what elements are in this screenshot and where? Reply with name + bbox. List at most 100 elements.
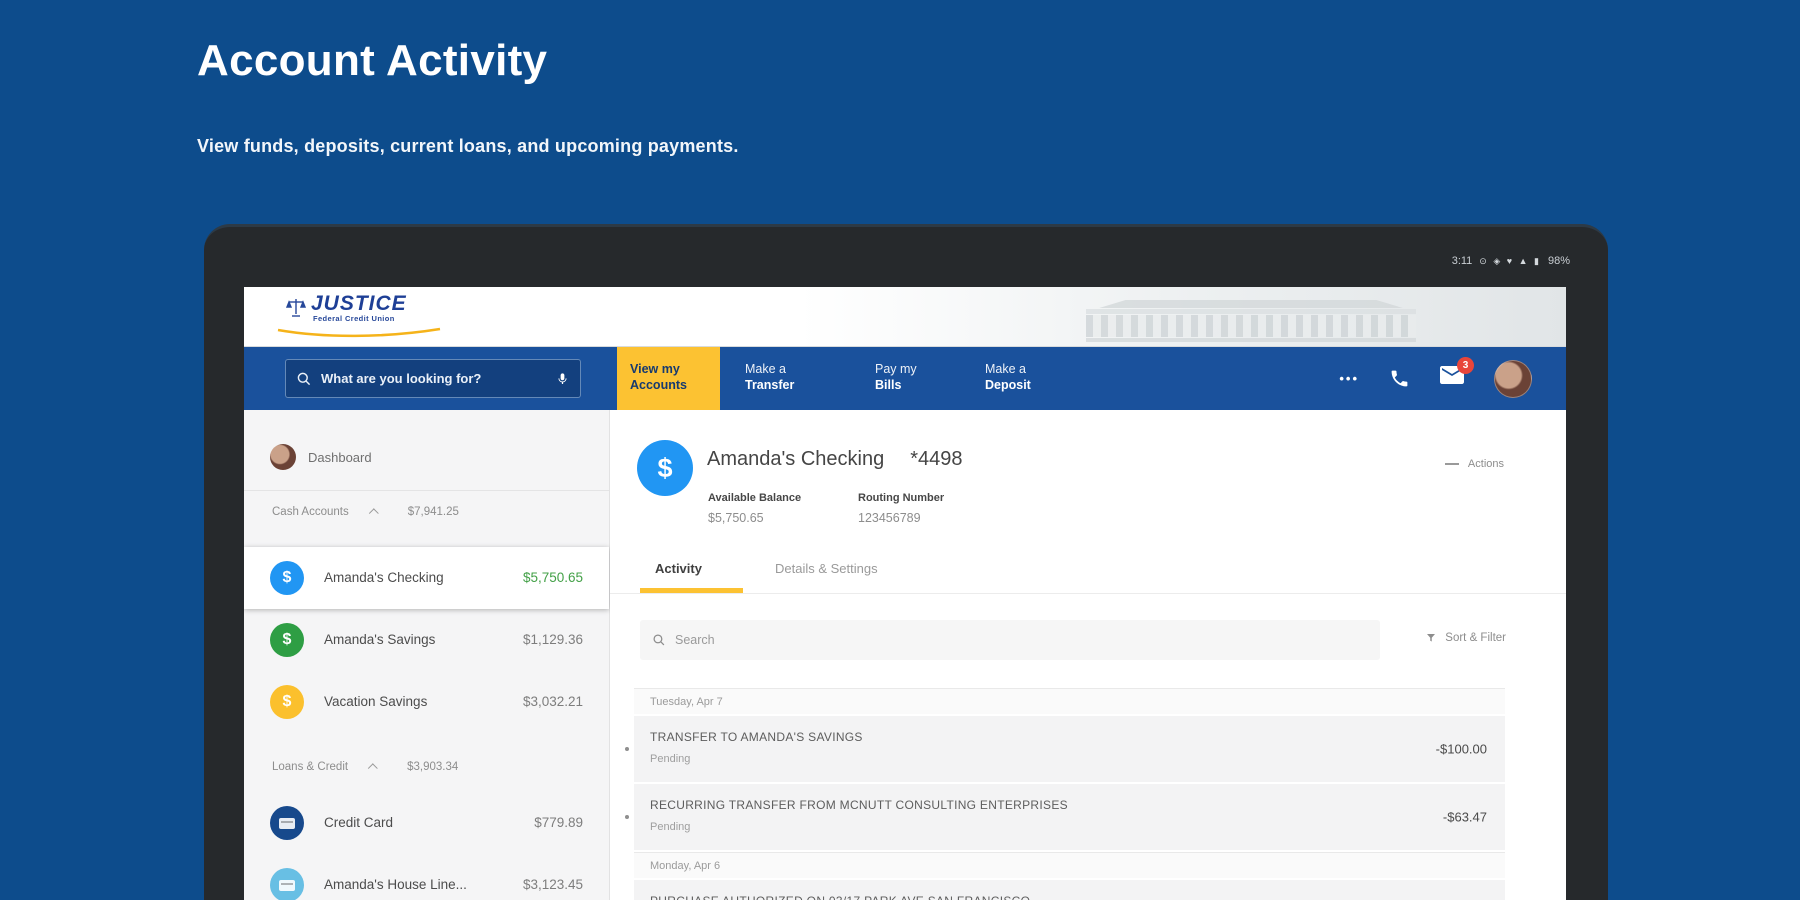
status-bar: 3:11 ⊙ ◈ ♥ ▲ ▮ 98% (1452, 255, 1570, 267)
date-header: Tuesday, Apr 7 (634, 688, 1505, 714)
more-menu-icon[interactable]: ••• (1339, 371, 1359, 386)
dollar-icon: $ (270, 623, 304, 657)
chevron-up-icon (369, 508, 379, 518)
account-name: Amanda's House Line... (324, 854, 467, 900)
sort-filter-button[interactable]: Sort & Filter (1425, 632, 1506, 644)
sidebar-item-dashboard[interactable]: Dashboard (244, 437, 609, 477)
filter-funnel-icon (1425, 632, 1437, 644)
monument-photo (1086, 300, 1416, 344)
account-detail-panel: $ Amanda's Checking*4498 Actions Availab… (610, 410, 1566, 900)
dollar-icon: $ (270, 685, 304, 719)
pending-dot-icon (625, 815, 629, 819)
tab-pay-my-bills[interactable]: Pay my Bills (875, 347, 917, 410)
routing-number-value: 123456789 (858, 511, 921, 525)
account-balance: $779.89 (534, 792, 583, 854)
tab-activity[interactable]: Activity (655, 561, 702, 576)
available-balance-label: Available Balance (708, 492, 801, 504)
profile-avatar[interactable] (1494, 360, 1532, 398)
tab-details-settings[interactable]: Details & Settings (775, 561, 878, 576)
account-balance: $5,750.65 (523, 547, 583, 609)
dollar-icon: $ (270, 561, 304, 595)
section-label: Loans & Credit (272, 761, 348, 773)
sidebar-item-credit-card[interactable]: Credit Card $779.89 (244, 792, 609, 854)
search-icon (652, 633, 666, 647)
card-glyph (279, 880, 295, 891)
app-body: Dashboard Cash Accounts $7,941.25 $ Aman… (244, 410, 1566, 900)
tab-view-my-accounts[interactable]: View my Accounts (617, 347, 720, 410)
monument-entablature (1086, 309, 1416, 314)
monument-columns (1086, 315, 1416, 337)
transaction-title: PURCHASE AUTHORIZED ON 03/17 PARK AVE SA… (650, 894, 1030, 900)
justice-logo[interactable]: JUSTICE Federal Credit Union (286, 294, 407, 323)
account-balance: $3,032.21 (523, 671, 583, 733)
message-count-badge: 3 (1457, 357, 1474, 374)
transaction-status: Pending (650, 753, 690, 765)
transaction-row[interactable]: TRANSFER TO AMANDA'S SAVINGS Pending -$1… (634, 716, 1505, 782)
transaction-status: Pending (650, 821, 690, 833)
scales-of-justice-icon (286, 297, 306, 319)
card-glyph (279, 818, 295, 829)
transaction-row[interactable]: PURCHASE AUTHORIZED ON 03/17 PARK AVE SA… (634, 880, 1505, 900)
sidebar-item-amandas-savings[interactable]: $ Amanda's Savings $1,129.36 (244, 609, 609, 671)
logo-tagline: Federal Credit Union (313, 314, 407, 323)
tabs-border (610, 593, 1566, 594)
account-title-name: Amanda's Checking (707, 448, 884, 470)
account-name: Vacation Savings (324, 671, 427, 733)
page-title: Account Activity (197, 36, 547, 86)
sidebar-divider (244, 490, 609, 491)
primary-nav: View my Accounts Make a Transfer Pay my … (244, 347, 1566, 410)
sidebar-item-vacation-savings[interactable]: $ Vacation Savings $3,032.21 (244, 671, 609, 733)
account-name: Credit Card (324, 792, 393, 854)
logo-name: JUSTICE (311, 294, 407, 314)
credit-card-icon (270, 806, 304, 840)
sidebar-item-amandas-checking[interactable]: $ Amanda's Checking $5,750.65 (244, 547, 609, 609)
nav-utility-icons: ••• 3 (1339, 347, 1532, 410)
transaction-search-input[interactable] (675, 633, 1368, 647)
actions-icon (1445, 463, 1459, 465)
section-loans-credit[interactable]: Loans & Credit $3,903.34 (272, 758, 458, 776)
logo-swoosh (274, 327, 444, 339)
monument-roof (1086, 300, 1416, 308)
status-time: 3:11 (1452, 255, 1473, 267)
page-background: Account Activity View funds, deposits, c… (0, 0, 1800, 900)
credit-card-icon (270, 868, 304, 900)
section-cash-accounts[interactable]: Cash Accounts $7,941.25 (272, 503, 459, 521)
date-header: Monday, Apr 6 (634, 852, 1505, 878)
global-search[interactable] (285, 359, 581, 398)
sidebar-item-amandas-house-line[interactable]: Amanda's House Line... $3,123.45 (244, 854, 609, 900)
transaction-row[interactable]: RECURRING TRANSFER FROM MCNUTT CONSULTIN… (634, 784, 1505, 850)
account-balance: $3,123.45 (523, 854, 583, 900)
pending-dot-icon (625, 747, 629, 751)
chevron-up-icon (368, 763, 378, 773)
messages-button[interactable]: 3 (1440, 366, 1464, 391)
account-number: *4498 (910, 448, 962, 470)
account-name: Amanda's Savings (324, 609, 435, 671)
routing-number-label: Routing Number (858, 492, 944, 504)
status-icons: ⊙ ◈ ♥ ▲ ▮ (1479, 256, 1541, 267)
dashboard-avatar (270, 444, 296, 470)
accounts-sidebar: Dashboard Cash Accounts $7,941.25 $ Aman… (244, 410, 610, 900)
battery-level: 98% (1548, 255, 1570, 267)
microphone-icon[interactable] (555, 370, 570, 388)
search-icon (296, 371, 312, 387)
section-label: Cash Accounts (272, 506, 349, 518)
account-title: Amanda's Checking *4498 (707, 448, 963, 471)
transaction-amount: -$100.00 (1436, 742, 1487, 757)
global-search-input[interactable] (321, 371, 546, 386)
account-balance: $1,129.36 (523, 609, 583, 671)
tab-make-a-deposit[interactable]: Make a Deposit (985, 347, 1031, 410)
tablet-frame: 3:11 ⊙ ◈ ♥ ▲ ▮ 98% (204, 224, 1608, 900)
app-screen: JUSTICE Federal Credit Union (244, 287, 1566, 900)
transaction-amount: -$63.47 (1443, 810, 1487, 825)
transaction-search[interactable] (640, 620, 1380, 660)
section-total: $3,903.34 (407, 761, 458, 773)
phone-icon[interactable] (1389, 368, 1410, 389)
page-subtitle: View funds, deposits, current loans, and… (197, 136, 739, 157)
section-total: $7,941.25 (408, 506, 459, 518)
monument-base (1086, 338, 1416, 342)
transaction-title: RECURRING TRANSFER FROM MCNUTT CONSULTIN… (650, 798, 1068, 812)
tab-make-a-transfer[interactable]: Make a Transfer (745, 347, 794, 410)
app-header: JUSTICE Federal Credit Union (244, 287, 1566, 347)
actions-button[interactable]: Actions (1445, 458, 1504, 470)
available-balance-value: $5,750.65 (708, 511, 764, 525)
